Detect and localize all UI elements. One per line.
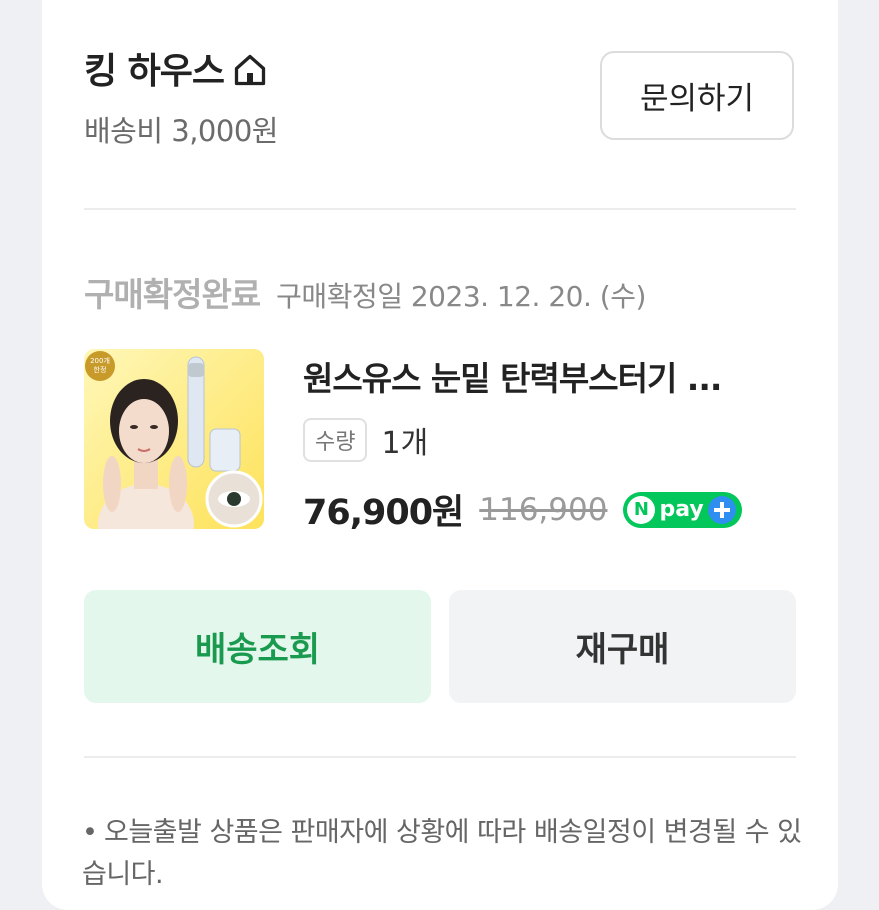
product-thumbnail[interactable]: 200개 한정 <box>84 349 264 529</box>
quantity-row: 수량 1개 <box>303 418 428 462</box>
original-price: 116,900 <box>479 491 608 528</box>
rebuy-button[interactable]: 재구매 <box>449 590 796 703</box>
npay-plus-badge: N pay <box>623 491 742 528</box>
order-status: 구매확정완료 <box>84 275 261 314</box>
quantity-value: 1개 <box>381 426 429 461</box>
notice: • 오늘출발 상품은 판매자에 상황에 따라 배송일정이 변경될 수 있습니다. <box>82 812 802 896</box>
plus-icon <box>707 495 736 524</box>
product-image: 200개 한정 <box>85 351 263 529</box>
quantity-label: 수량 <box>303 418 368 462</box>
npay-text: pay <box>659 497 704 522</box>
bullet-icon: • <box>82 817 98 848</box>
product-title[interactable]: 원스유스 눈밑 탄력부스터기 ... <box>303 352 803 400</box>
divider <box>84 756 796 758</box>
track-delivery-button[interactable]: 배송조회 <box>84 590 431 703</box>
store-name: 킹 하우스 <box>84 51 225 92</box>
store-header[interactable]: 킹 하우스 <box>84 42 268 94</box>
inquiry-button[interactable]: 문의하기 <box>600 51 794 140</box>
svg-text:한정: 한정 <box>94 365 107 374</box>
divider <box>84 208 796 210</box>
home-icon <box>234 54 266 86</box>
order-status-row: 구매확정완료 구매확정일 2023. 12. 20. (수) <box>84 268 646 316</box>
notice-text: 오늘출발 상품은 판매자에 상황에 따라 배송일정이 변경될 수 있습니다. <box>82 817 802 890</box>
naver-n-icon: N <box>627 495 656 524</box>
sale-price: 76,900원 <box>303 493 464 533</box>
shipping-fee: 배송비 3,000원 <box>84 114 278 148</box>
confirm-date: 구매확정일 2023. 12. 20. (수) <box>276 280 646 313</box>
price-row: 76,900원 116,900 N pay <box>303 484 742 535</box>
badge-text: 200개 <box>90 356 110 365</box>
